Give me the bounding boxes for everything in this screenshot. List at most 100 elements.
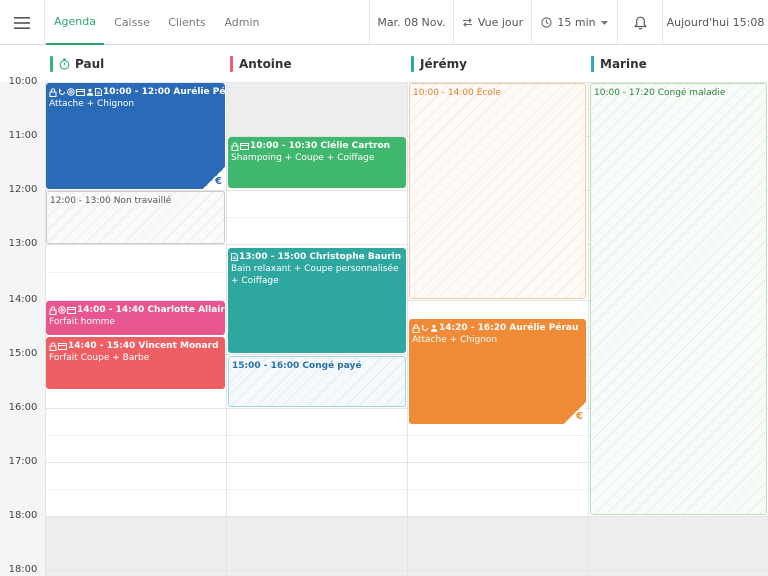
appointment-title: 10:00 - 12:00 Aurélie Pérau	[49, 86, 225, 98]
tab-admin[interactable]: Admin	[214, 0, 270, 45]
appointment-title-text: 10:00 - 10:30 Clélie Cartron	[250, 141, 391, 151]
appointment-service: Shampoing + Coupe + Coiffage	[231, 153, 375, 163]
hour-label: 18:00	[8, 510, 38, 521]
today-label: Aujourd'hui 15:08	[666, 16, 765, 29]
lock-icon	[49, 87, 57, 97]
block-title: 10:00 - 14:00 École	[413, 87, 582, 99]
interval-selector[interactable]: 15 min	[531, 0, 617, 45]
staff-header: Paul Antoine Jérémy Marine	[0, 45, 768, 82]
hour-label: 12:00	[8, 184, 38, 195]
column-divider	[226, 82, 227, 576]
time-column: 10:00 11:00 12:00 13:00 14:00 15:00 16:0…	[0, 76, 46, 576]
appointment-clelie-cartron[interactable]: 10:00 - 10:30 Clélie Cartron Shampoing +…	[228, 137, 406, 188]
at-icon	[58, 306, 66, 314]
appointment-vincent-monard[interactable]: 14:40 - 15:40 Vincent Monard Forfait Cou…	[46, 337, 225, 389]
unavailable-ecole[interactable]: 10:00 - 14:00 École	[409, 83, 586, 299]
document-icon	[231, 253, 238, 261]
day-grid[interactable]: 10:00 11:00 12:00 13:00 14:00 15:00 16:0…	[0, 76, 768, 576]
block-title-text: 15:00 - 16:00 Congé payé	[232, 361, 362, 371]
staff-name: Jérémy	[420, 57, 467, 71]
card-icon	[67, 306, 76, 314]
clock-icon	[541, 17, 553, 28]
at-icon	[67, 88, 75, 96]
block-title: 12:00 - 13:00 Non travaillé	[50, 195, 221, 207]
card-icon	[76, 88, 85, 96]
unavailable-conge-paye[interactable]: 15:00 - 16:00 Congé payé	[228, 356, 406, 407]
hour-label: 16:00	[8, 402, 38, 413]
staff-column-jeremy[interactable]: Jérémy	[411, 55, 467, 73]
date-selector[interactable]: Mar. 08 Nov.	[369, 0, 453, 45]
view-label: Vue jour	[477, 16, 524, 29]
notifications-button[interactable]	[617, 0, 662, 45]
caret-down-icon	[600, 20, 608, 25]
hour-label: 14:00	[8, 294, 38, 305]
block-title: 15:00 - 16:00 Congé payé	[232, 360, 402, 372]
appointment-title: 14:20 - 16:20 Aurélie Pérau	[412, 322, 583, 334]
appointment-service: Forfait Coupe + Barbe	[49, 353, 150, 363]
appointment-service: Bain relaxant + Coupe personnalisée + Co…	[231, 264, 399, 286]
person-icon	[86, 88, 94, 96]
lock-icon	[412, 323, 420, 333]
euro-icon: €	[215, 176, 222, 187]
block-title-text: 10:00 - 14:00 École	[413, 88, 501, 98]
staff-color-bar	[411, 56, 414, 72]
view-selector[interactable]: Vue jour	[453, 0, 531, 45]
person-icon	[430, 324, 438, 332]
hour-label: 18:00	[8, 564, 38, 575]
tab-clients[interactable]: Clients	[160, 0, 214, 45]
appointment-title: 14:00 - 14:40 Charlotte Allaire	[49, 304, 225, 316]
appointment-christophe-baurin[interactable]: 13:00 - 15:00 Christophe Baurin Bain rel…	[228, 248, 406, 353]
appointment-service: Attache + Chignon	[49, 99, 135, 109]
hour-label: 15:00	[8, 348, 38, 359]
tab-caisse[interactable]: Caisse	[104, 0, 160, 45]
appointment-service: Attache + Chignon	[412, 335, 498, 345]
staff-column-antoine[interactable]: Antoine	[230, 55, 292, 73]
top-bar: Agenda Caisse Clients Admin Mar. 08 Nov.…	[0, 0, 768, 45]
staff-name: Marine	[600, 57, 647, 71]
appointment-charlotte-allaire[interactable]: 14:00 - 14:40 Charlotte Allaire Forfait …	[46, 301, 225, 335]
lock-icon	[49, 305, 57, 315]
appointment-title-text: 14:20 - 16:20 Aurélie Pérau	[439, 323, 579, 333]
stopwatch-icon	[59, 58, 70, 70]
appointment-title-text: 10:00 - 12:00 Aurélie Pérau	[103, 87, 225, 97]
refresh-icon	[422, 324, 428, 331]
euro-icon: €	[576, 411, 583, 422]
staff-name: Paul	[75, 57, 105, 71]
appointment-aurelie-perau[interactable]: 10:00 - 12:00 Aurélie Pérau Attache + Ch…	[46, 83, 225, 189]
hour-label: 17:00	[8, 456, 38, 467]
staff-color-bar	[591, 56, 594, 72]
unavailable-non-travaille[interactable]: 12:00 - 13:00 Non travaillé	[46, 191, 225, 244]
payment-corner: €	[203, 167, 225, 189]
block-title: 10:00 - 17:20 Congé maladie	[594, 87, 763, 99]
appointment-title: 13:00 - 15:00 Christophe Baurin	[231, 251, 403, 263]
staff-column-paul[interactable]: Paul	[50, 55, 104, 73]
appointment-aurelie-perau-2[interactable]: 14:20 - 16:20 Aurélie Pérau Attache + Ch…	[409, 319, 586, 424]
tab-agenda[interactable]: Agenda	[46, 0, 104, 45]
menu-button[interactable]	[0, 0, 45, 45]
hour-label: 13:00	[8, 238, 38, 249]
appointment-title: 10:00 - 10:30 Clélie Cartron	[231, 140, 403, 152]
document-icon	[95, 88, 102, 96]
swap-arrows-icon	[462, 18, 472, 27]
today-button[interactable]: Aujourd'hui 15:08	[662, 0, 768, 45]
menu-icon	[14, 16, 30, 29]
appointment-title-text: 14:00 - 14:40 Charlotte Allaire	[77, 305, 225, 315]
lock-icon	[49, 341, 57, 351]
staff-color-bar	[230, 56, 233, 72]
payment-corner: €	[564, 402, 586, 424]
refresh-icon	[59, 88, 65, 95]
appointment-title-text: 13:00 - 15:00 Christophe Baurin	[239, 252, 402, 262]
card-icon	[240, 142, 249, 150]
appointment-title: 14:40 - 15:40 Vincent Monard	[49, 340, 222, 352]
staff-column-marine[interactable]: Marine	[591, 55, 647, 73]
staff-color-bar	[50, 56, 53, 72]
appointment-title-text: 14:40 - 15:40 Vincent Monard	[68, 341, 219, 351]
hour-label: 11:00	[8, 130, 38, 141]
block-title-text: 10:00 - 17:20 Congé maladie	[594, 88, 726, 98]
staff-name: Antoine	[239, 57, 292, 71]
block-title-text: 12:00 - 13:00 Non travaillé	[50, 196, 172, 206]
bell-icon	[633, 16, 647, 29]
appointment-service: Forfait homme	[49, 317, 115, 327]
unavailable-conge-maladie[interactable]: 10:00 - 17:20 Congé maladie	[590, 83, 767, 515]
hour-label: 10:00	[8, 76, 38, 87]
